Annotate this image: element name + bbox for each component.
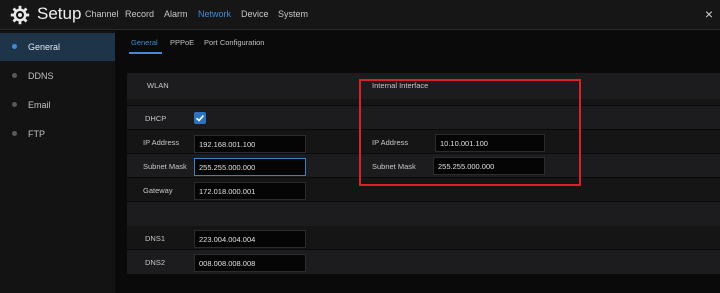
tab-system[interactable]: System (278, 9, 308, 19)
sidebar-item-label: General (28, 42, 61, 52)
internal-ip-address-input[interactable]: 10.10.001.100 (435, 134, 545, 152)
tab-network[interactable]: Network (198, 9, 231, 19)
sidebar-item-ddns[interactable]: DDNS (0, 62, 115, 90)
dns2-label: DNS2 (145, 258, 166, 267)
gateway-label: Gateway (143, 186, 173, 195)
ip-address-label: IP Address (143, 138, 180, 147)
empty-row (127, 202, 720, 226)
bullet-icon (12, 73, 17, 78)
internal-interface-header: Internal Interface (372, 81, 429, 90)
checkmark-icon (195, 114, 205, 122)
tab-alarm[interactable]: Alarm (164, 9, 188, 19)
window-title: Setup (37, 4, 82, 23)
close-icon[interactable]: × (705, 6, 713, 22)
tab-record[interactable]: Record (125, 9, 154, 19)
active-tab-indicator (129, 52, 162, 54)
sidebar-item-ftp[interactable]: FTP (0, 120, 115, 148)
internal-subnet-mask-label: Subnet Mask (372, 162, 416, 171)
sub-tabs: General PPPoE Port Configuration (115, 31, 720, 55)
spacer-band (127, 99, 720, 105)
sidebar-item-label: FTP (28, 129, 45, 139)
sidebar: General DDNS Email FTP (0, 31, 115, 293)
dns1-label: DNS1 (145, 234, 166, 243)
tab-device[interactable]: Device (241, 9, 269, 19)
bullet-icon (12, 44, 17, 49)
bullet-icon (12, 102, 17, 107)
subnet-mask-input[interactable]: 255.255.000.000 (194, 158, 306, 176)
sidebar-item-email[interactable]: Email (0, 91, 115, 119)
subnet-mask-label: Subnet Mask (143, 162, 187, 171)
dns2-input[interactable]: 008.008.008.008 (194, 254, 306, 272)
internal-ip-address-label: IP Address (372, 138, 409, 147)
ip-address-input[interactable]: 192.168.001.100 (194, 135, 306, 153)
tab-channel[interactable]: Channel (85, 9, 119, 19)
sidebar-item-label: Email (28, 100, 51, 110)
top-bar: Setup Channel Record Alarm Network Devic… (0, 0, 720, 30)
dhcp-checkbox[interactable] (194, 112, 206, 124)
wlan-header: WLAN (147, 81, 169, 90)
sidebar-item-general[interactable]: General (0, 33, 115, 61)
internal-subnet-mask-input[interactable]: 255.255.000.000 (433, 157, 545, 175)
gear-icon (10, 5, 30, 25)
dns1-input[interactable]: 223.004.004.004 (194, 230, 306, 248)
dhcp-label: DHCP (145, 114, 167, 123)
sidebar-item-label: DDNS (28, 71, 54, 81)
subtab-pppoe[interactable]: PPPoE (170, 38, 194, 47)
bullet-icon (12, 131, 17, 136)
subtab-general[interactable]: General (131, 38, 158, 47)
dhcp-row (127, 106, 720, 129)
gateway-input[interactable]: 172.018.000.001 (194, 182, 306, 200)
subtab-port-configuration[interactable]: Port Configuration (204, 38, 264, 47)
